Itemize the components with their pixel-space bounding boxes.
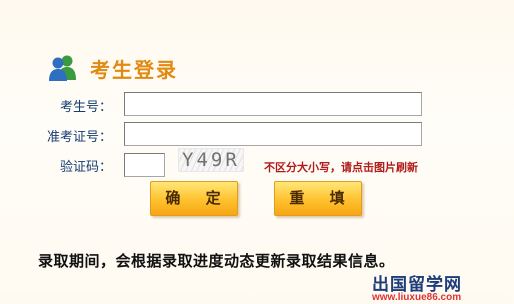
ticket-number-label: 准考证号： bbox=[46, 130, 112, 145]
captcha-input[interactable] bbox=[124, 153, 165, 177]
ticket-number-input[interactable] bbox=[124, 122, 422, 146]
captcha-hint: 不区分大小写，请点击图片刷新 bbox=[264, 161, 418, 174]
reset-button[interactable]: 重 填 bbox=[274, 181, 362, 216]
admission-notice: 录取期间，会根据录取进度动态更新录取结果信息。 bbox=[38, 252, 395, 270]
captcha-image[interactable]: Y49R bbox=[178, 148, 244, 172]
captcha-text: Y49R bbox=[182, 149, 240, 171]
confirm-button[interactable]: 确 定 bbox=[150, 181, 238, 216]
login-panel: 考生登录 考生号： 准考证号： 验证码： Y49R 不区分大小写，请点击图片刷新… bbox=[0, 0, 514, 304]
exam-id-label: 考生号： bbox=[59, 100, 112, 115]
users-icon bbox=[48, 54, 78, 82]
exam-id-input[interactable] bbox=[124, 92, 422, 116]
title-row: 考生登录 bbox=[48, 52, 178, 84]
page-title: 考生登录 bbox=[90, 57, 178, 82]
captcha-label: 验证码： bbox=[59, 160, 112, 175]
watermark-url: www.liuxue86.com bbox=[372, 292, 462, 303]
site-watermark: 出国留学网 www.liuxue86.com bbox=[372, 272, 510, 303]
